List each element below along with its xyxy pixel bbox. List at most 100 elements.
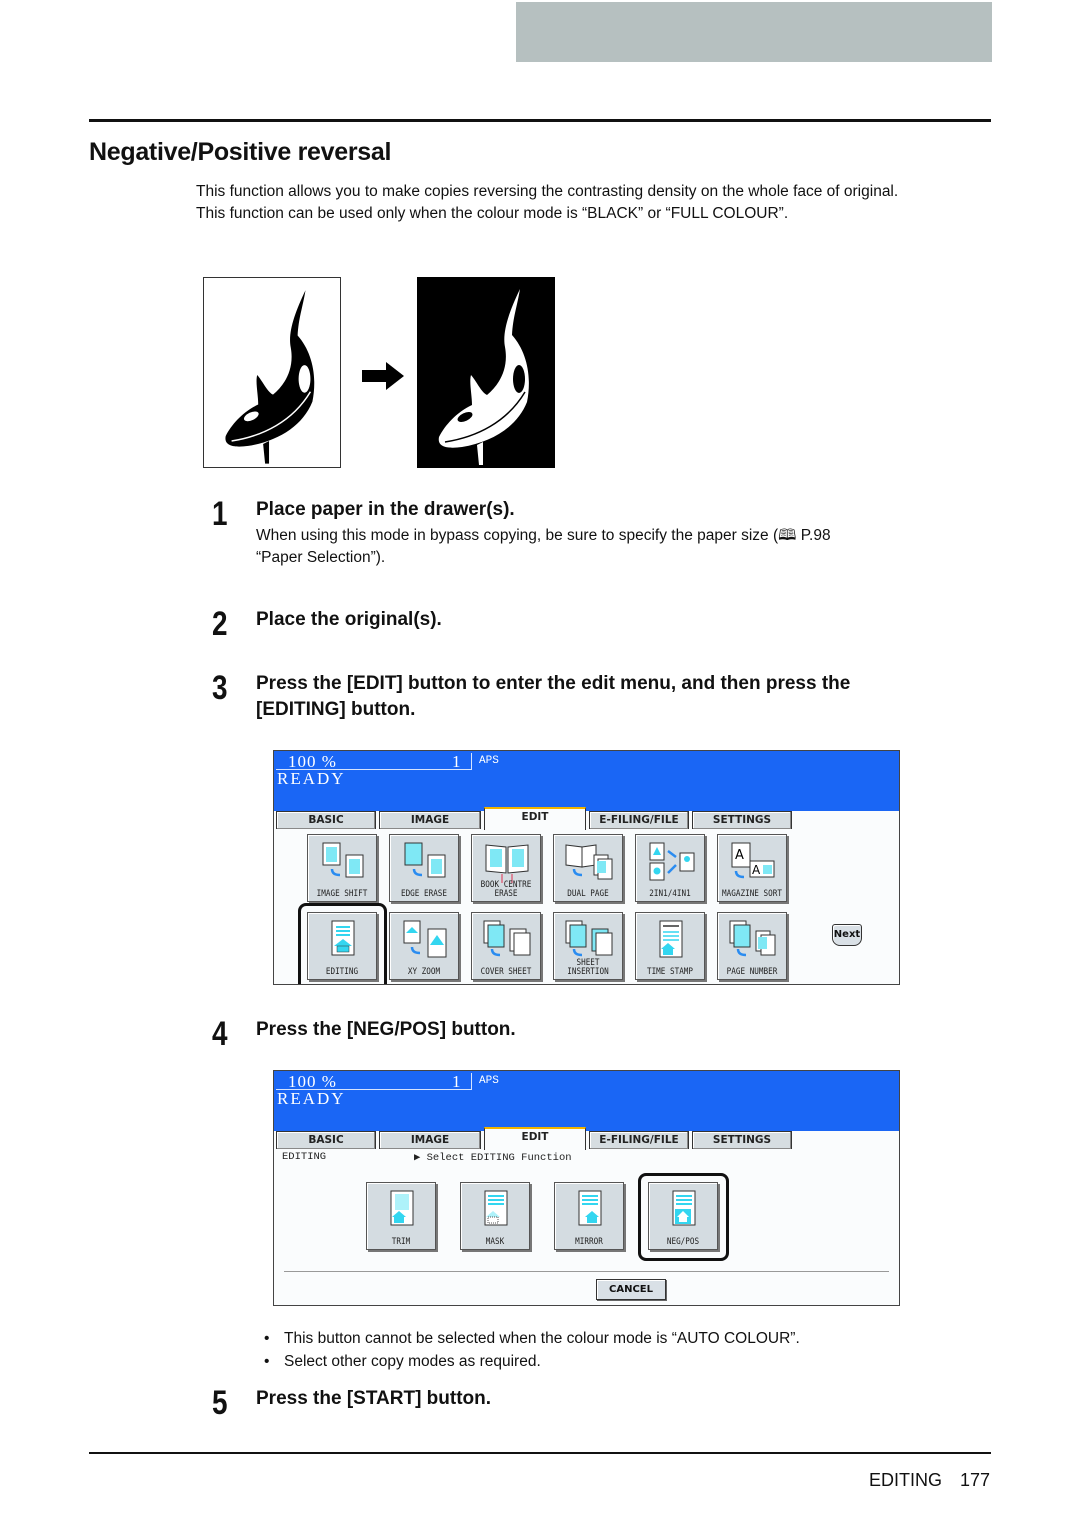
divider <box>284 1271 889 1272</box>
copier-panel-editing-menu: 100 % 1 APS READY BASIC IMAGE EDIT E-FIL… <box>273 1070 900 1306</box>
step-title: Press the [NEG/POS] button. <box>256 1019 516 1040</box>
step-title: Press the [START] button. <box>256 1388 492 1409</box>
tab-basic[interactable]: BASIC <box>276 1131 376 1149</box>
status-text: READY <box>277 769 346 788</box>
button-label: 2IN1/4IN1 <box>649 889 691 899</box>
button-label: EDGE ERASE <box>400 889 448 899</box>
tab-efiling[interactable]: E-FILING/FILE <box>589 1131 689 1149</box>
bottom-rule <box>89 1452 991 1454</box>
button-label: BOOK CENTRE ERASE <box>480 880 532 899</box>
editing-highlight <box>298 903 387 984</box>
tab-edit[interactable]: EDIT <box>484 1127 586 1150</box>
status-bar: 100 % 1 APS READY <box>274 751 899 811</box>
status-bar: 100 % 1 APS READY <box>274 1071 899 1131</box>
step-number: 3 <box>212 669 228 707</box>
time-stamp-button[interactable]: TIME STAMP <box>635 912 705 980</box>
top-rule <box>89 119 991 122</box>
page-footer: EDITING 177 <box>851 1470 990 1491</box>
step-number: 4 <box>212 1015 228 1053</box>
whale-reversed-icon <box>438 289 529 465</box>
copier-panel-edit-menu: 100 % 1 APS READY BASIC IMAGE EDIT E-FIL… <box>273 750 900 985</box>
step-number: 1 <box>212 495 228 533</box>
intro-text: This function allows you to make copies … <box>196 181 986 225</box>
step-number: 2 <box>212 605 228 643</box>
svg-text:A: A <box>735 848 744 863</box>
button-label: TIME STAMP <box>646 967 694 977</box>
2in1-4in1-button[interactable]: 2IN1/4IN1 <box>635 834 705 902</box>
tab-edit[interactable]: EDIT <box>484 807 586 830</box>
mask-icon <box>484 1190 508 1226</box>
tab-settings[interactable]: SETTINGS <box>692 1131 792 1149</box>
mirror-icon <box>578 1190 602 1226</box>
book-centre-erase-icon <box>485 844 529 883</box>
trim-button[interactable]: TRIM <box>366 1182 436 1250</box>
zoom-display: 100 % 1 <box>276 753 472 770</box>
image-shift-icon <box>322 842 364 878</box>
step-body: When using this mode in bypass copying, … <box>256 527 831 544</box>
step-body: “Paper Selection”). <box>256 549 386 566</box>
page-number-icon <box>729 920 776 957</box>
next-button[interactable]: Next <box>832 924 862 946</box>
button-label: TRIM <box>391 1237 411 1247</box>
edge-erase-button[interactable]: EDGE ERASE <box>389 834 459 902</box>
magazine-sort-button[interactable]: AA MAGAZINE SORT <box>717 834 787 902</box>
sheet-insertion-icon <box>565 920 613 957</box>
button-label: XY ZOOM <box>407 967 441 977</box>
tab-basic[interactable]: BASIC <box>276 811 376 829</box>
step-title: Place paper in the drawer(s). <box>256 499 515 520</box>
button-label: DUAL PAGE <box>567 889 609 899</box>
note-item: Select other copy modes as required. <box>262 1350 800 1373</box>
tab-efiling[interactable]: E-FILING/FILE <box>589 811 689 829</box>
copies-value: 1 <box>452 752 461 771</box>
instruction-hint: ▶ Select EDITING Function <box>414 1152 572 1164</box>
step-title-cont: [EDITING] button. <box>256 699 416 720</box>
button-label: COVER SHEET <box>480 967 532 977</box>
book-centre-erase-button[interactable]: BOOK CENTRE ERASE <box>471 834 541 902</box>
cancel-button[interactable]: CANCEL <box>596 1279 666 1300</box>
intro-paragraph: This function allows you to make copies … <box>196 183 899 200</box>
xy-zoom-icon <box>403 920 447 958</box>
zoom-value: 100 % <box>288 752 337 771</box>
page-number: 177 <box>959 1470 990 1490</box>
image-shift-button[interactable]: IMAGE SHIFT <box>307 834 377 902</box>
footer-section: EDITING <box>868 1470 942 1490</box>
cover-sheet-button[interactable]: COVER SHEET <box>471 912 541 980</box>
section-label: EDITING <box>282 1151 327 1163</box>
tab-settings[interactable]: SETTINGS <box>692 811 792 829</box>
header-band <box>516 2 992 62</box>
step-title: Press the [EDIT] button to enter the edi… <box>256 673 851 694</box>
paper-mode: APS <box>479 1075 499 1087</box>
button-label: MAGAZINE SORT <box>722 889 782 899</box>
zoom-value: 100 % <box>288 1072 337 1091</box>
sheet-insertion-button[interactable]: SHEET INSERTION <box>553 912 623 980</box>
xy-zoom-button[interactable]: XY ZOOM <box>389 912 459 980</box>
neg-pos-highlight <box>638 1173 729 1261</box>
button-label: MASK <box>485 1237 505 1247</box>
button-label: PAGE NUMBER <box>726 967 778 977</box>
mask-button[interactable]: MASK <box>460 1182 530 1250</box>
status-text: READY <box>277 1089 346 1108</box>
magazine-sort-icon: AA <box>731 842 775 879</box>
tab-image[interactable]: IMAGE <box>379 811 481 829</box>
mirror-button[interactable]: MIRROR <box>554 1182 624 1250</box>
time-stamp-icon <box>659 920 683 958</box>
tab-image[interactable]: IMAGE <box>379 1131 481 1149</box>
button-label: IMAGE SHIFT <box>316 889 368 899</box>
copies-value: 1 <box>452 1072 461 1091</box>
2in1-4in1-icon <box>649 842 695 881</box>
reversed-image <box>417 277 555 468</box>
arrow-right-icon <box>362 362 404 390</box>
note-item: This button cannot be selected when the … <box>262 1327 800 1350</box>
step-title: Place the original(s). <box>256 609 442 630</box>
notes-list: This button cannot be selected when the … <box>262 1327 800 1373</box>
button-label: SHEET INSERTION <box>567 958 609 977</box>
button-label: MIRROR <box>575 1237 603 1247</box>
page-title: Negative/Positive reversal <box>89 138 392 166</box>
page-number-button[interactable]: PAGE NUMBER <box>717 912 787 980</box>
dual-page-button[interactable]: DUAL PAGE <box>553 834 623 902</box>
svg-text:A: A <box>752 863 761 877</box>
step-number: 5 <box>212 1384 228 1422</box>
zoom-display: 100 % 1 <box>276 1073 472 1090</box>
cover-sheet-icon <box>483 920 531 957</box>
original-image <box>203 277 341 468</box>
